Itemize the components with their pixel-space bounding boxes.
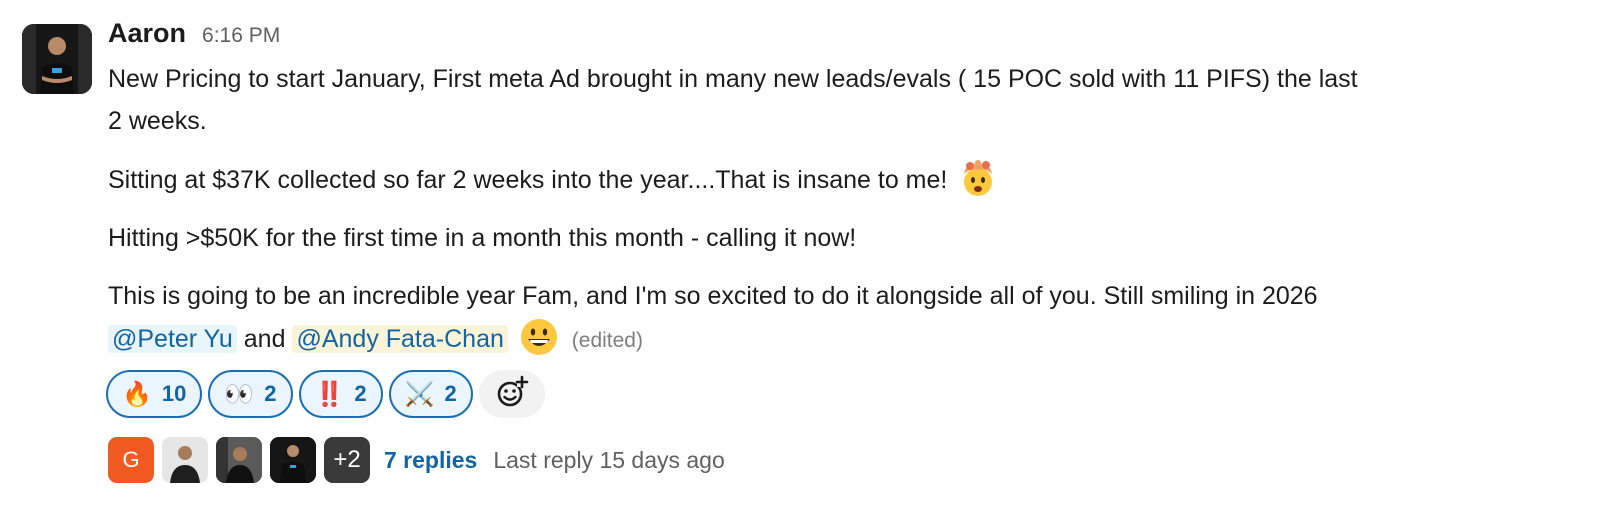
eyes-emoji-icon: 👀 <box>224 380 255 408</box>
grinning-face-emoji <box>519 317 559 357</box>
reaction-double-exclamation[interactable]: ‼️ 2 <box>298 370 383 418</box>
paragraph-1-line-2: 2 weeks. <box>108 107 207 135</box>
thread-participant-avatar[interactable]: G <box>108 437 154 483</box>
more-participants-count: +2 <box>333 446 361 473</box>
fire-emoji-icon: 🔥 <box>122 380 152 408</box>
add-reaction-button[interactable] <box>478 370 545 418</box>
thread-participant-avatar[interactable] <box>216 437 262 483</box>
reaction-count: 2 <box>264 381 277 406</box>
double-exclamation-emoji-icon: ‼️ <box>314 380 345 408</box>
add-reaction-icon <box>495 375 529 414</box>
last-reply-text: Last reply 15 days ago <box>493 446 725 473</box>
crossed-swords-emoji-icon: ⚔️ <box>404 380 435 408</box>
message-paragraph-1: New Pricing to start January, First meta… <box>108 58 1578 142</box>
mention-peter-yu[interactable]: @Peter Yu <box>108 325 237 353</box>
and-text: and <box>243 325 286 353</box>
reaction-bar: 🔥 10 👀 2 ‼️ 2 ⚔️ 2 <box>106 370 545 418</box>
reaction-fire[interactable]: 🔥 10 <box>106 370 203 418</box>
reaction-crossed-swords[interactable]: ⚔️ 2 <box>388 370 473 418</box>
message-paragraph-3: Hitting >$50K for the first time in a mo… <box>108 224 857 252</box>
paragraph-4-line-2: @Peter Yu and @Andy Fata-Chan (edited) <box>108 317 1578 362</box>
exploding-head-emoji <box>958 158 998 198</box>
message: Aaron 6:16 PM New Pricing to start Janua… <box>108 18 1578 378</box>
message-header: Aaron 6:16 PM <box>108 18 1578 58</box>
mention-andy-fata-chan[interactable]: @Andy Fata-Chan <box>292 325 508 353</box>
thread-summary[interactable]: G +2 7 replies Last reply 15 days ago <box>108 437 725 483</box>
reaction-eyes[interactable]: 👀 2 <box>208 370 293 418</box>
replies-link[interactable]: 7 replies <box>384 447 477 474</box>
paragraph-4-line-1: This is going to be an incredible year F… <box>108 282 1318 310</box>
avatar-initial: G <box>122 447 140 472</box>
message-paragraph-2: Sitting at $37K collected so far 2 weeks… <box>108 158 1578 201</box>
reaction-count: 2 <box>444 381 457 406</box>
more-participants-badge[interactable]: +2 <box>324 437 370 483</box>
paragraph-2-text: Sitting at $37K collected so far 2 weeks… <box>108 166 948 194</box>
reaction-count: 10 <box>161 381 187 406</box>
reaction-count: 2 <box>354 381 367 406</box>
message-timestamp[interactable]: 6:16 PM <box>202 24 280 48</box>
edited-label: (edited) <box>571 329 643 352</box>
thread-participant-avatar[interactable] <box>270 437 316 483</box>
thread-participant-avatar[interactable] <box>162 437 208 483</box>
author-name[interactable]: Aaron <box>108 18 186 49</box>
author-avatar[interactable] <box>22 24 92 94</box>
paragraph-1-line-1: New Pricing to start January, First meta… <box>108 65 1358 93</box>
message-paragraph-4: This is going to be an incredible year F… <box>108 275 1578 362</box>
